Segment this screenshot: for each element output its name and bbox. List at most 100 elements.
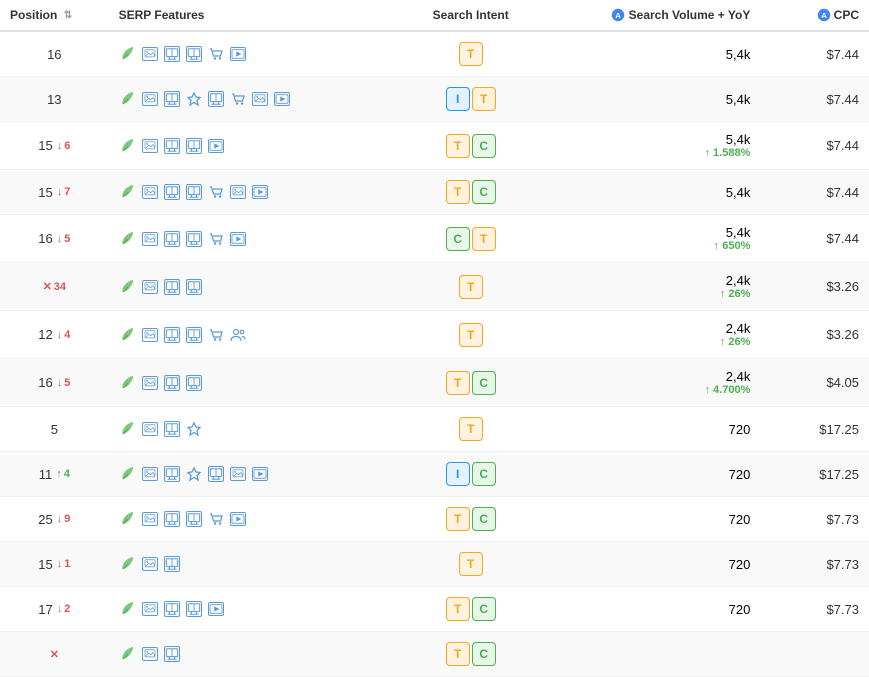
intent-badge-t: T	[459, 42, 483, 66]
position-cell: 34	[0, 263, 109, 311]
cpc-cell	[760, 632, 869, 677]
position-number: 25	[38, 512, 52, 527]
serp-icon-leaf	[119, 465, 137, 483]
volume-cell: 5,4k	[567, 77, 760, 122]
table-row: 34 T 2,4k↑ 26% $3.26	[0, 263, 869, 311]
header-cpc[interactable]: A CPC	[760, 0, 869, 31]
volume-number: 5,4k	[577, 92, 750, 107]
table-row: 25 9 TC 720 $7.73	[0, 497, 869, 542]
volume-cell: 720	[567, 587, 760, 632]
position-change-down: 4	[57, 329, 71, 341]
serp-icon-shopping	[207, 45, 225, 63]
sort-position-icon[interactable]: ⇅	[64, 10, 72, 21]
volume-cell: 720	[567, 452, 760, 497]
serp-features-cell	[109, 542, 375, 587]
table-row: 16 T 5,4k $7.44	[0, 31, 869, 77]
volume-cell: 2,4k↑ 4.700%	[567, 359, 760, 407]
cpc-cell: $7.44	[760, 170, 869, 215]
svg-text:A: A	[615, 11, 621, 20]
serp-icon-local	[163, 45, 181, 63]
serp-icon-leaf	[119, 555, 137, 573]
serp-features-cell	[109, 263, 375, 311]
intent-cell: TC	[374, 497, 567, 542]
table-row: 16 5 TC 2,4k↑ 4.700% $4.05	[0, 359, 869, 407]
volume-cell: 5,4k	[567, 170, 760, 215]
serp-icon-leaf	[119, 645, 137, 663]
serp-icon-leaf	[119, 420, 137, 438]
volume-number: 720	[577, 602, 750, 617]
serp-icon-video	[229, 45, 247, 63]
position-number: 16	[47, 47, 61, 62]
serp-icon-star	[185, 90, 203, 108]
volume-number: 720	[577, 467, 750, 482]
serp-icon-local	[163, 510, 181, 528]
serp-icon-people	[229, 326, 247, 344]
volume-number: 2,4k	[577, 321, 750, 336]
position-cell: 13	[0, 77, 109, 122]
serp-icon-leaf	[119, 374, 137, 392]
cpc-value: $7.44	[826, 138, 859, 153]
position-change-up: 4	[56, 468, 70, 480]
header-serp-features[interactable]: SERP Features	[109, 0, 375, 31]
intent-cell: IC	[374, 452, 567, 497]
serp-icon-image	[141, 183, 159, 201]
volume-number: 720	[577, 557, 750, 572]
volume-number: 5,4k	[577, 185, 750, 200]
serp-icon-leaf	[119, 137, 137, 155]
header-position[interactable]: Position ⇅	[0, 0, 109, 31]
serp-icon-local	[185, 374, 203, 392]
serp-icon-local	[185, 45, 203, 63]
position-change-down: 5	[57, 377, 71, 389]
serp-icon-leaf	[119, 230, 137, 248]
intent-badge-i: I	[446, 87, 470, 111]
cpc-cell: $7.73	[760, 497, 869, 542]
serp-icon-shopping	[207, 183, 225, 201]
serp-icon-local	[185, 137, 203, 155]
serp-icon-image	[141, 374, 159, 392]
serp-icon-leaf	[119, 183, 137, 201]
serp-features-cell	[109, 215, 375, 263]
intent-badge-t: T	[459, 275, 483, 299]
cpc-cell: $3.26	[760, 263, 869, 311]
serp-icon-shopping	[229, 90, 247, 108]
position-change-down: 7	[57, 186, 71, 198]
yoy-value: ↑ 26%	[577, 288, 750, 300]
cpc-cell: $7.44	[760, 31, 869, 77]
position-number: 15	[38, 138, 52, 153]
serp-icon-local	[163, 230, 181, 248]
intent-cell: T	[374, 31, 567, 77]
volume-number: 2,4k	[577, 273, 750, 288]
serp-icon-image2	[251, 90, 269, 108]
serp-icon-video	[229, 230, 247, 248]
serp-features-cell	[109, 587, 375, 632]
intent-badge-t: T	[446, 180, 470, 204]
serp-icon-image	[141, 510, 159, 528]
position-change-x: 34	[43, 280, 66, 293]
serp-features-cell	[109, 359, 375, 407]
table-body: 16 T 5,4k $7.44 13 IT 5,4k $7.44 15 6	[0, 31, 869, 677]
header-volume[interactable]: A Search Volume + YoY	[567, 0, 760, 31]
serp-icon-local	[163, 278, 181, 296]
serp-icon-video	[207, 137, 225, 155]
intent-badge-c: C	[472, 180, 496, 204]
serp-icon-local	[185, 326, 203, 344]
serp-features-cell	[109, 170, 375, 215]
serp-icon-image2	[229, 183, 247, 201]
cpc-cell: $4.05	[760, 359, 869, 407]
table-row: TC	[0, 632, 869, 677]
position-change-down: 9	[57, 513, 71, 525]
position-cell: 15 6	[0, 122, 109, 170]
intent-badge-t: T	[459, 417, 483, 441]
serp-features-cell	[109, 452, 375, 497]
table-row: 12 4 T 2,4k↑ 26% $3.26	[0, 311, 869, 359]
intent-badge-t: T	[446, 507, 470, 531]
intent-badge-t: T	[472, 227, 496, 251]
volume-cell: 5,4k	[567, 31, 760, 77]
position-number: 15	[38, 557, 52, 572]
serp-icon-image	[141, 645, 159, 663]
intent-badge-c: C	[472, 371, 496, 395]
serp-icon-shopping	[207, 510, 225, 528]
header-search-intent[interactable]: Search Intent	[374, 0, 567, 31]
serp-icon-local	[185, 183, 203, 201]
volume-number: 2,4k	[577, 369, 750, 384]
